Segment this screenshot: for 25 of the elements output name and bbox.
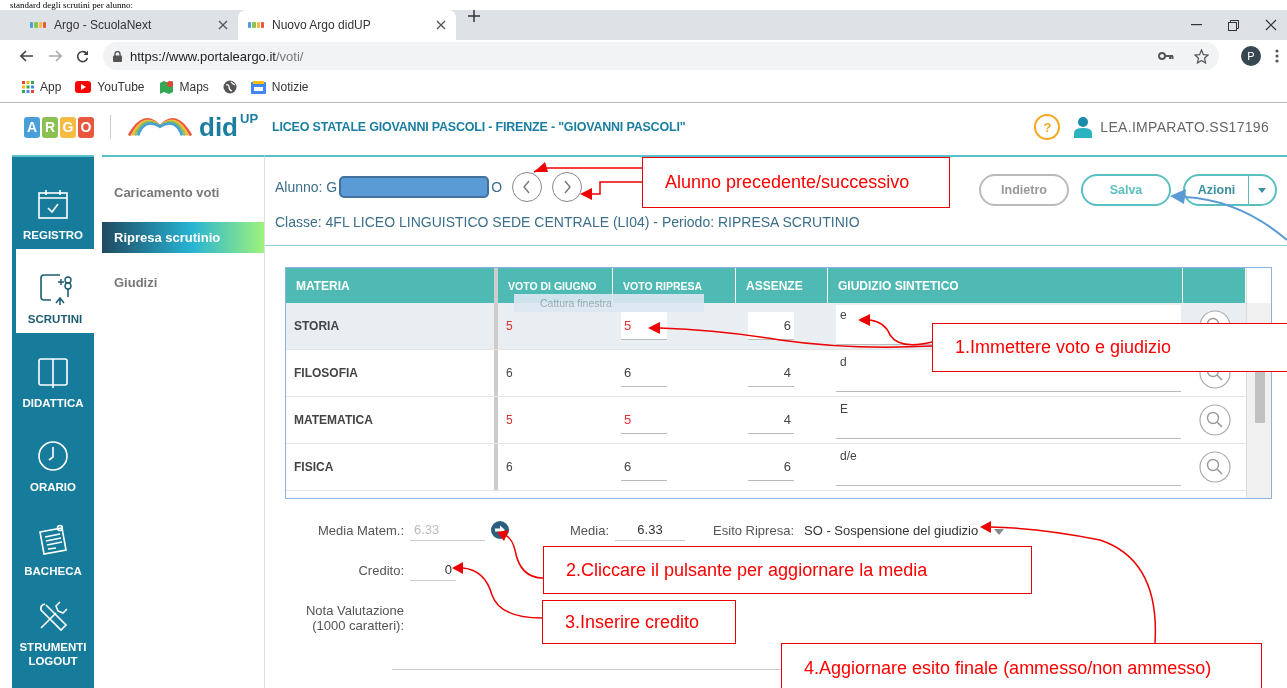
annotation-tooltip: 2.Cliccare il pulsante per aggiornare la media — [543, 546, 1032, 594]
math-average-field: 6.33 — [410, 519, 485, 541]
average-field: 6.33 — [615, 519, 685, 541]
june-grade: 6 — [506, 460, 513, 474]
student-label: Alunno: G — [275, 179, 338, 195]
url-text: https://www.portaleargo.it/voti/ — [130, 48, 304, 64]
field-label: Nota Valutazione (1000 caratteri): — [304, 603, 405, 633]
field-label: Esito Ripresa: — [712, 522, 795, 538]
june-grade: 5 — [506, 319, 513, 333]
annotation-tooltip: 4.Aggiornare esito finale (ammesso/non ammesso) — [781, 643, 1262, 688]
subject-cell: FISICA — [286, 444, 498, 490]
school-name: LICEO STATALE GIOVANNI PASCOLI - FIRENZE - "GIOVANNI PASCOLI" — [272, 120, 686, 134]
field-label: Media Matem.: — [317, 522, 405, 538]
tooltip: Cattura finestra — [514, 294, 704, 312]
june-grade: 5 — [506, 413, 513, 427]
student-name-end: O — [491, 179, 503, 195]
class-period-info: Classe: 4FL LICEO LINGUISTICO SEDE CENTRALE (LI04) - Periodo: RIPRESA SCRUTINIO — [275, 214, 861, 230]
annotation-tooltip: Alunno precedente/successivo — [642, 157, 950, 208]
document-heading: standard degli scrutini per alunno: — [10, 0, 133, 10]
annotation-tooltip: 1.Immettere voto e giudizio — [932, 323, 1287, 372]
field-label: Media: — [568, 522, 610, 538]
annotation-tooltip: 3.Inserire credito — [542, 600, 736, 644]
june-grade: 6 — [506, 366, 513, 380]
field-label: Credito: — [357, 562, 405, 578]
didup-logo-text: did$^{UP}$ — [199, 111, 259, 143]
